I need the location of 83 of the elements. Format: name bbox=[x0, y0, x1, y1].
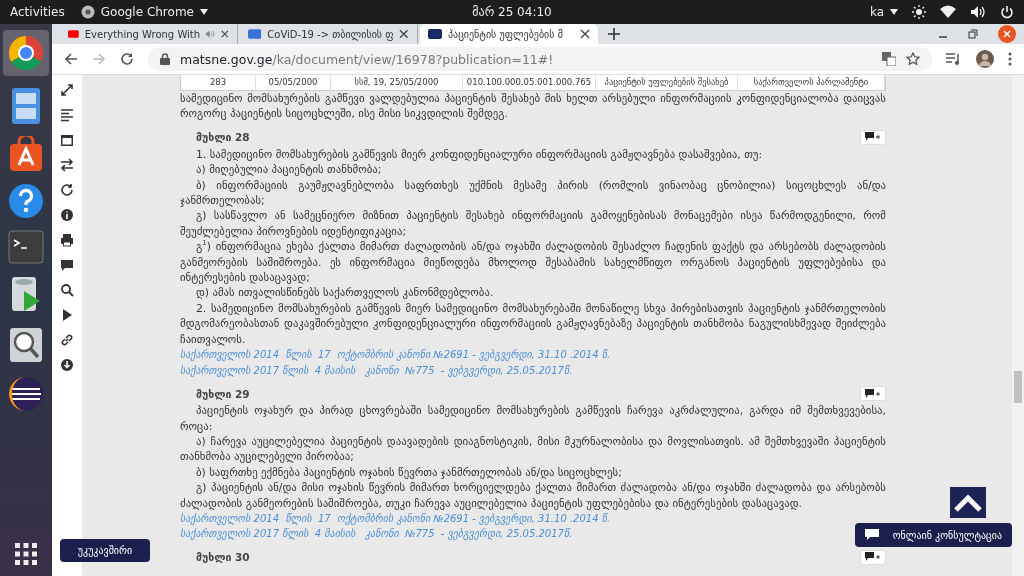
chat-icon bbox=[864, 529, 879, 541]
favicon-icon bbox=[68, 28, 79, 40]
restore-icon[interactable] bbox=[968, 29, 978, 39]
app-menu[interactable]: Google Chrome bbox=[80, 5, 208, 19]
shopping-bag-icon[interactable] bbox=[8, 136, 44, 172]
paragraph: ბ) საფრთხე ექმნება პაციენტის ოჯახის წევრთა ჯანმრთელობას ან/და სიცოცხლეს; bbox=[195, 464, 623, 481]
paragraph: ა) მიღებულია პაციენტის თანხმობა; bbox=[195, 162, 383, 178]
media-control-icon[interactable] bbox=[946, 52, 962, 66]
table-cell: პაციენტის უფლებების შესახებ bbox=[596, 75, 738, 90]
brightness-icon[interactable] bbox=[912, 5, 926, 19]
caret-icon bbox=[890, 9, 898, 15]
add-comment-icon bbox=[865, 552, 881, 563]
table-cell: 010.100.000.05.001.000.765 bbox=[463, 75, 596, 90]
paragraph: გ) სასწავლო ან სამეცნიერო მიზნით პაციენტის შესახებ ინფორმაციის გამოყენებისას მონაცემები ისეა წარმოდგენილი, რომ შეუძლებელია პიროვნების იდენტიფიკაცია; bbox=[180, 208, 886, 240]
language-menu[interactable]: ka bbox=[869, 5, 884, 19]
clock[interactable]: მარ 25 04:10 bbox=[472, 5, 552, 19]
star-icon[interactable] bbox=[906, 52, 920, 66]
add-comment-button[interactable] bbox=[860, 386, 886, 402]
article-heading: მუხლი 30 bbox=[196, 551, 250, 564]
browser-tab[interactable]: პაციენტის უფლებების შ bbox=[420, 24, 598, 44]
paragraph: ბ) ინფორმაციის გაუმჟღავნებლობა საფრთხეს უქმნის მესამე პირის (რომლის ვინაობაც ცნობილია) სიცოცხლეს ან/და ჯანმრთელობას; bbox=[180, 177, 886, 209]
reload-icon[interactable] bbox=[120, 52, 134, 66]
help-icon[interactable] bbox=[8, 183, 44, 219]
calendar-icon[interactable] bbox=[60, 133, 74, 147]
play-icon[interactable] bbox=[60, 308, 74, 322]
paragraph: გ$^{1}$) ინფორმაცია ეხება ქალთა მიმართ ძალადობის ან/და ოჯახში ძალადობის შესაძლო ჩადენის ფაქტს და არსებობს ძალადობის განმეორების საშიშროება. ეს ინფორმაცია მიეწოდება მხოლოდ შესაბამის სახელმწიფო ორგანოს პაციენტის უფლებებისა და ინტერესების დასაცავად; bbox=[180, 239, 886, 286]
power-icon[interactable] bbox=[1000, 5, 1014, 19]
table-cell: 05/05/2000 bbox=[256, 75, 331, 90]
add-comment-icon bbox=[865, 388, 881, 399]
terminal-icon[interactable] bbox=[8, 230, 44, 264]
article-heading: მუხლი 28 bbox=[196, 131, 250, 144]
chrome-icon bbox=[80, 5, 95, 19]
translate-icon[interactable] bbox=[882, 52, 896, 66]
scroll-top-button[interactable] bbox=[950, 487, 986, 518]
add-comment-icon bbox=[865, 132, 881, 143]
refresh-icon[interactable] bbox=[60, 183, 74, 197]
url-text: matsne.gov.ge/ka/document/view/16978?publication=11#! bbox=[180, 51, 554, 67]
paragraph: პაციენტის ოჯახურ და პირად ცხოვრებაში სამედიცინო მომსახურების გამწევის ჩარევა აკრძალულია, გარდა იმ შემთხვევებისა, როცა: bbox=[180, 403, 886, 434]
paragraph: ა) ჩარევა აუცილებელია პაციენტის დაავადების დიაგნოსტიკის, მისი მკურნალობისა და მოვლისათვის. ამ შემთხვევაში პაციენტის თანხმობა აუცილებელი პირობაა; bbox=[180, 433, 886, 465]
table-cell: სსმ, 19, 25/05/2000 bbox=[331, 75, 463, 90]
close-icon[interactable] bbox=[399, 29, 409, 39]
back-icon[interactable] bbox=[64, 52, 78, 66]
print-icon[interactable] bbox=[60, 233, 74, 247]
favicon-icon bbox=[428, 28, 442, 40]
scrollbar-thumb[interactable] bbox=[1014, 371, 1022, 403]
wifi-icon[interactable] bbox=[940, 5, 956, 19]
link-icon[interactable] bbox=[60, 333, 74, 347]
feedback-button[interactable]: უკუკავშირი bbox=[60, 539, 150, 562]
paragraph: სამედიცინო მომსახურების გამწევი ვალდებულია პაციენტის შესახებ მის ხელთ არსებული ინფორმაციის კონფიდენციალობა დაიცვას როგორც პაციენტის სიცოცხლეში, ისე მისი სიკვდილის შემდეგ. bbox=[180, 91, 886, 122]
chrome-icon[interactable] bbox=[7, 34, 45, 72]
avatar-icon[interactable] bbox=[976, 50, 994, 68]
close-icon[interactable] bbox=[221, 29, 229, 39]
favicon-icon bbox=[248, 28, 262, 40]
activities-button[interactable]: Activities bbox=[10, 5, 65, 19]
expand-icon[interactable] bbox=[60, 83, 74, 97]
paragraph: დ) ამას ითვალისწინებს საქართველოს კანონმდებლობა. bbox=[195, 285, 495, 301]
add-comment-button[interactable] bbox=[860, 549, 886, 565]
eclipse-icon[interactable] bbox=[7, 375, 45, 413]
table-cell: 283 bbox=[181, 75, 256, 90]
swap-icon[interactable] bbox=[60, 158, 74, 172]
table-cell: საქართველოს პარლამენტი bbox=[738, 75, 885, 90]
info-icon[interactable] bbox=[60, 208, 74, 222]
new-tab-icon[interactable] bbox=[608, 28, 620, 40]
address-field[interactable]: matsne.gov.ge/ka/document/view/16978?publication=11#! bbox=[148, 47, 932, 71]
caret-icon bbox=[199, 9, 208, 15]
magnifier-icon[interactable] bbox=[8, 326, 44, 364]
close-icon[interactable] bbox=[580, 29, 590, 39]
speaker-icon[interactable] bbox=[206, 29, 216, 39]
article-heading: მუხლი 29 bbox=[196, 387, 250, 400]
lock-icon[interactable] bbox=[160, 53, 170, 65]
paragraph: გ) პაციენტის ან/და მისი ოჯახის წევრის მიმართ ხორციელდება ქალთა მიმართ ძალადობა ან/და ოჯახში ძალადობა და არსებობს ძალადობის განმეორების საშიშროება, თუკი ჩარევა აუცილებელია პაციენტის უფლებებისა და ინტერესების დასაცავად. bbox=[180, 480, 886, 511]
align-icon[interactable] bbox=[60, 108, 74, 122]
volume-icon[interactable] bbox=[970, 5, 986, 19]
menu-icon[interactable] bbox=[1008, 52, 1012, 66]
download-icon[interactable] bbox=[60, 358, 74, 372]
add-comment-button[interactable] bbox=[860, 129, 886, 145]
consult-button[interactable]: ონლაინ კონსულტაცია bbox=[854, 523, 1012, 547]
file-cabinet-icon[interactable] bbox=[9, 87, 43, 125]
paragraph: 2. სამედიცინო მომსახურების გამწევის მიერ სამედიცინო მომსახურებაში მონაწილე სხვა პირებისათვის პაციენტის ჯანმრთელობის მდგომარეობასთან დაკავშირებული კონფიდენციალური ინფორმაციის გამჟღავნებაზე პაციენტის თანხმობა ნაგულისხმევად შეიძლება ჩაითვალოს. bbox=[180, 300, 886, 348]
search-icon[interactable] bbox=[60, 283, 74, 297]
comment-icon[interactable] bbox=[60, 258, 74, 272]
paragraph: 1. სამედიცინო მომსახურების გამწევის მიერ კონფიდენციალური ინფორმაციის გამჟღავნება დასაშვებია, თუ: bbox=[195, 146, 764, 163]
apps-grid-icon[interactable] bbox=[14, 542, 38, 566]
